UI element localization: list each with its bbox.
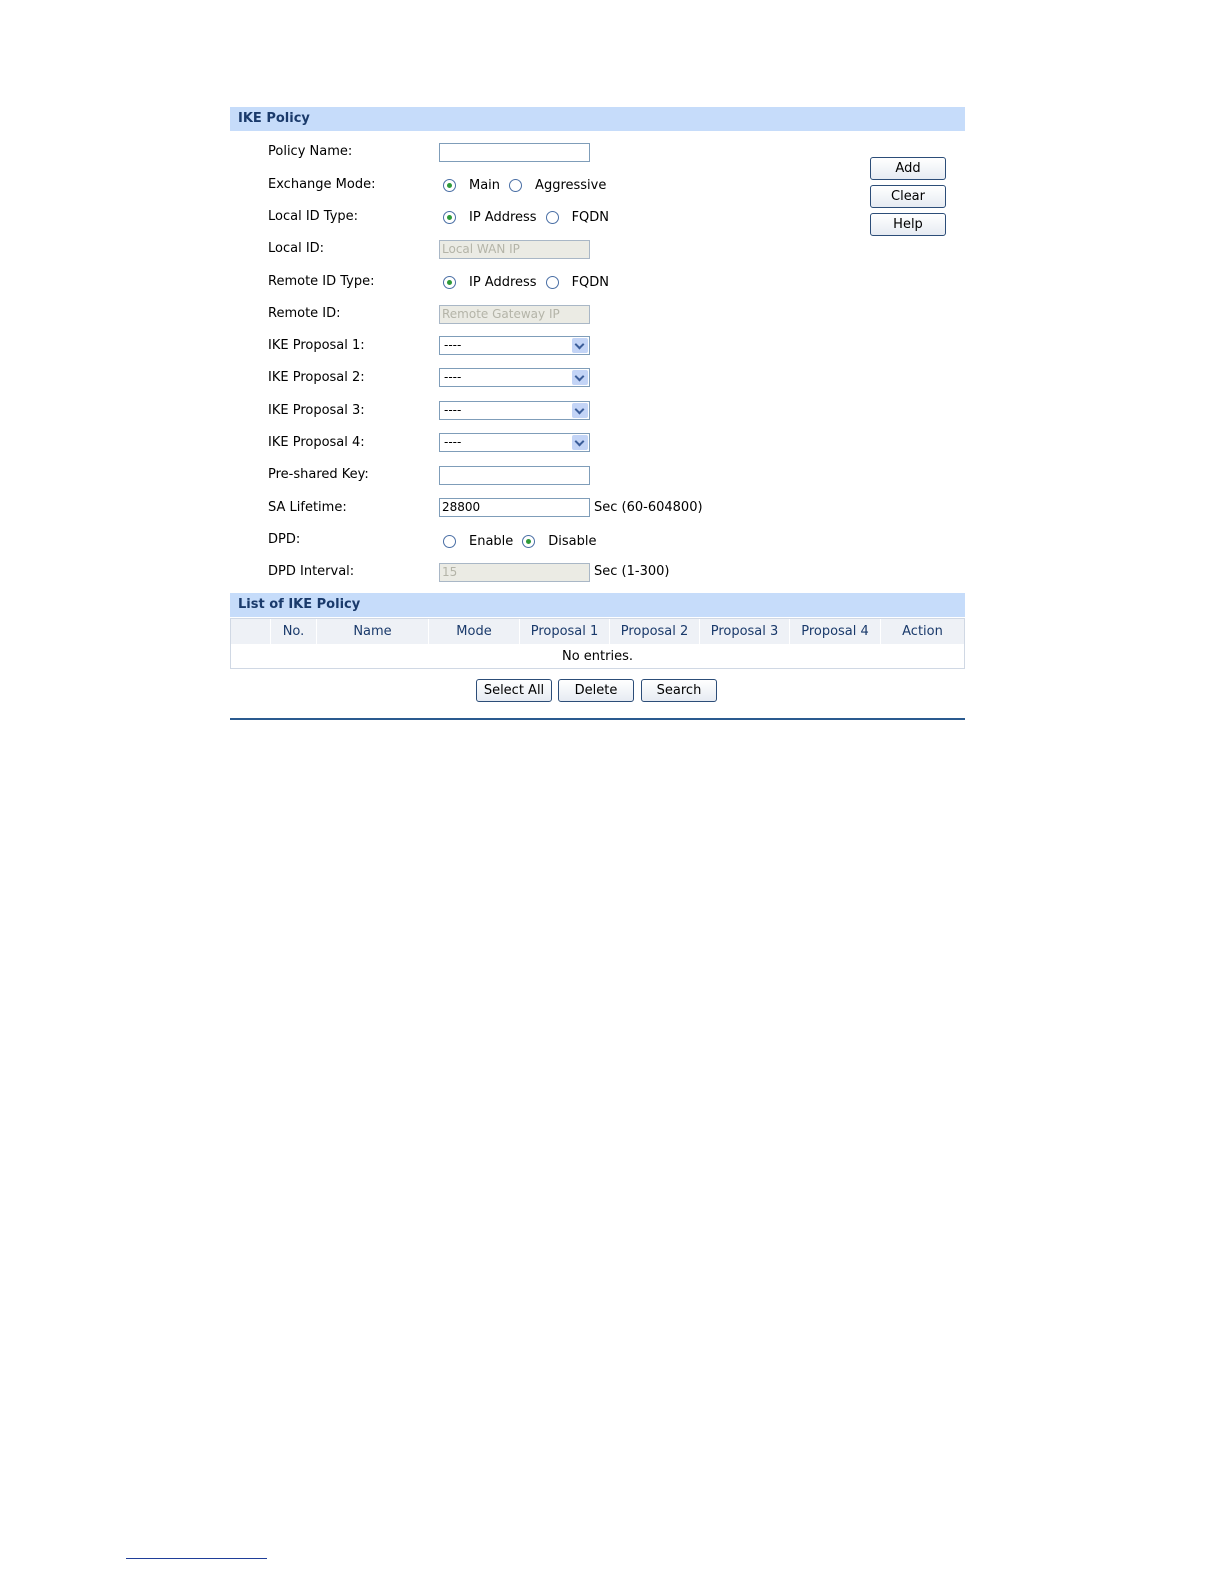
proposal3-value: ----: [444, 403, 462, 417]
local-id-type-fqdn-label: FQDN: [571, 209, 610, 225]
dpd-interval-unit: Sec (1-300): [594, 564, 670, 579]
local-id-type-label: Local ID Type:: [268, 209, 359, 224]
local-id-type-fqdn-radio[interactable]: [545, 210, 559, 224]
local-id-label: Local ID:: [268, 241, 325, 256]
psk-input[interactable]: [439, 466, 590, 485]
remote-id-type-ip-radio[interactable]: [443, 275, 456, 289]
dpd-group: Enable Disable: [443, 532, 606, 550]
footnote-rule: [126, 1558, 267, 1559]
policy-name-label: Policy Name:: [268, 144, 353, 159]
remote-id-type-fqdn-radio[interactable]: [545, 275, 559, 289]
local-id-type-ip-label: IP Address: [469, 209, 537, 225]
proposal2-label: IKE Proposal 2:: [268, 370, 365, 385]
exchange-mode-main-label: Main: [469, 177, 501, 193]
exchange-mode-label: Exchange Mode:: [268, 177, 376, 192]
sa-lifetime-unit: Sec (60-604800): [594, 500, 703, 515]
exchange-mode-aggressive-label: Aggressive: [535, 177, 607, 193]
bottom-divider: [230, 718, 965, 720]
exchange-mode-aggressive-radio[interactable]: [509, 178, 523, 192]
sa-lifetime-input[interactable]: 28800: [439, 498, 590, 517]
proposal4-label: IKE Proposal 4:: [268, 435, 365, 450]
ike-policy-table: No. Name Mode Proposal 1 Proposal 2 Prop…: [230, 618, 965, 669]
chevron-down-icon: [572, 338, 588, 353]
policy-name-input[interactable]: [439, 143, 590, 162]
proposal3-label: IKE Proposal 3:: [268, 403, 365, 418]
select-all-button[interactable]: Select All: [476, 679, 552, 702]
proposal1-value: ----: [444, 338, 462, 352]
empty-table-message: No entries.: [561, 649, 633, 664]
column-header-proposal1: Proposal 1: [520, 619, 610, 644]
psk-label: Pre-shared Key:: [268, 467, 369, 482]
search-button[interactable]: Search: [641, 679, 717, 702]
local-id-input[interactable]: Local WAN IP: [439, 240, 590, 259]
dpd-disable-label: Disable: [548, 533, 597, 549]
list-header: List of IKE Policy: [230, 593, 965, 617]
table-header-row: No. Name Mode Proposal 1 Proposal 2 Prop…: [231, 619, 964, 644]
add-button[interactable]: Add: [870, 157, 946, 180]
proposal4-value: ----: [444, 435, 462, 449]
sa-lifetime-label: SA Lifetime:: [268, 500, 347, 515]
help-button[interactable]: Help: [870, 213, 946, 236]
proposal4-select[interactable]: ----: [439, 433, 590, 452]
ike-policy-header: IKE Policy: [230, 107, 965, 131]
proposal2-value: ----: [444, 370, 462, 384]
dpd-interval-input[interactable]: 15: [439, 563, 590, 582]
dpd-disable-radio[interactable]: [522, 534, 536, 548]
column-header-action: Action: [902, 624, 943, 639]
remote-id-label: Remote ID:: [268, 306, 341, 321]
chevron-down-icon: [572, 435, 588, 450]
proposal3-select[interactable]: ----: [439, 401, 590, 420]
column-header-proposal4: Proposal 4: [790, 619, 881, 644]
remote-id-input[interactable]: Remote Gateway IP: [439, 305, 590, 324]
delete-button[interactable]: Delete: [558, 679, 634, 702]
proposal1-label: IKE Proposal 1:: [268, 338, 365, 353]
proposal1-select[interactable]: ----: [439, 336, 590, 355]
remote-id-type-group: IP Address FQDN: [443, 273, 618, 291]
dpd-interval-label: DPD Interval:: [268, 564, 355, 579]
remote-id-type-fqdn-label: FQDN: [571, 274, 610, 290]
dpd-enable-radio[interactable]: [443, 534, 456, 548]
local-id-type-ip-radio[interactable]: [443, 210, 456, 224]
column-header-proposal2: Proposal 2: [610, 619, 700, 644]
exchange-mode-main-radio[interactable]: [443, 178, 456, 192]
chevron-down-icon: [572, 403, 588, 418]
column-header-select: [231, 619, 271, 644]
dpd-enable-label: Enable: [469, 533, 514, 549]
column-header-name: Name: [317, 619, 429, 644]
dpd-label: DPD:: [268, 532, 301, 547]
remote-id-type-ip-label: IP Address: [469, 274, 537, 290]
exchange-mode-group: Main Aggressive: [443, 176, 615, 194]
proposal2-select[interactable]: ----: [439, 368, 590, 387]
chevron-down-icon: [572, 370, 588, 385]
clear-button[interactable]: Clear: [870, 185, 946, 208]
column-header-proposal3: Proposal 3: [700, 619, 790, 644]
remote-id-type-label: Remote ID Type:: [268, 274, 375, 289]
column-header-no: No.: [271, 619, 317, 644]
local-id-type-group: IP Address FQDN: [443, 208, 618, 226]
column-header-mode: Mode: [429, 619, 520, 644]
